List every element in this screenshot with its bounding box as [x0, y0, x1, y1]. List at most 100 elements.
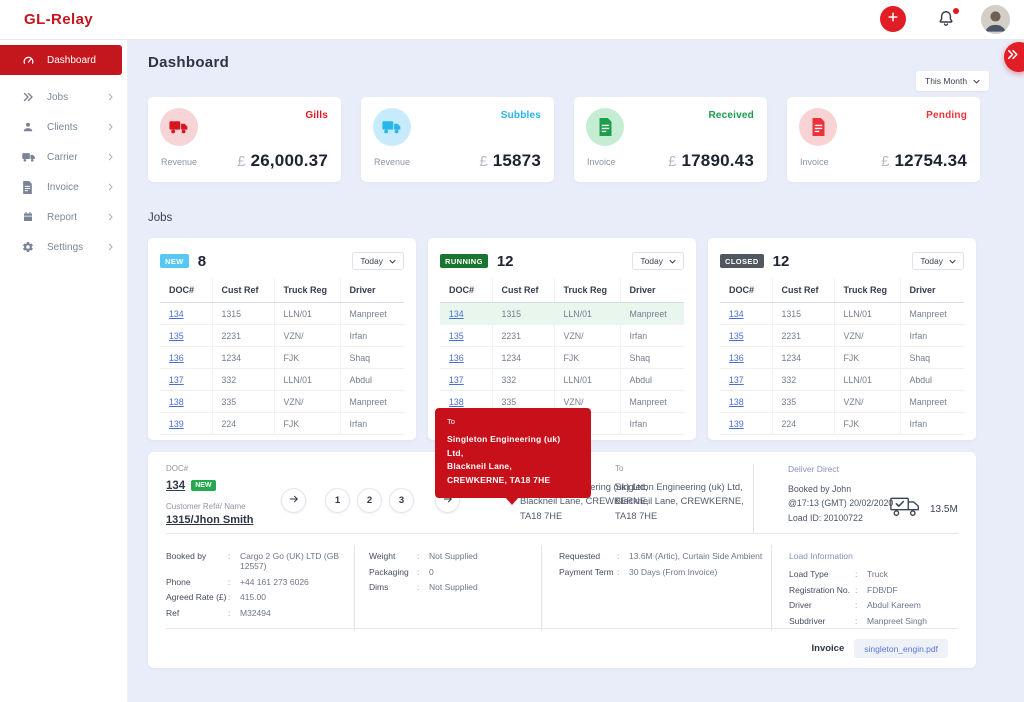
field-value: 30 Days (From Invoice): [629, 567, 771, 577]
doc-link[interactable]: 139: [169, 419, 184, 429]
currency-symbol: £: [881, 153, 889, 170]
add-button[interactable]: [880, 6, 906, 32]
board-filter-value: Today: [640, 256, 663, 266]
table-row: 1341315LLN/01Manpreet: [720, 303, 964, 325]
table-cell: Irfan: [620, 413, 684, 435]
table-cell: Manpreet: [900, 391, 964, 413]
table-row: 1361234FJKShaq: [160, 347, 404, 369]
chevron-down-icon: [949, 256, 956, 266]
sidebar: Dashboard Jobs Clients Carrier Invoice R…: [0, 40, 128, 702]
field-value: 415.00: [240, 592, 354, 602]
expand-panel-button[interactable]: [1004, 42, 1024, 72]
sidebar-item-invoice[interactable]: Invoice: [0, 172, 127, 202]
doc-link[interactable]: 135: [449, 331, 464, 341]
field-separator: :: [228, 592, 240, 602]
table-cell: LLN/01: [554, 369, 620, 391]
doc-link[interactable]: 134: [169, 309, 184, 319]
doc-cell: 136: [440, 347, 492, 369]
column-header: DOC#: [720, 278, 772, 303]
pagination-page-1[interactable]: 1: [325, 488, 350, 513]
table-cell: VZN/: [274, 325, 340, 347]
column-header: Cust Ref: [212, 278, 274, 303]
jobs-count: 12: [497, 253, 514, 270]
document-icon: [22, 180, 36, 194]
detail-field-row: Subdriver:Manpreet Singh: [789, 616, 958, 626]
sidebar-item-clients[interactable]: Clients: [0, 112, 127, 142]
board-filter-select[interactable]: Today: [352, 252, 404, 270]
doc-link[interactable]: 135: [169, 331, 184, 341]
invoice-file-chip[interactable]: singleton_engin.pdf: [854, 639, 948, 658]
table-row: 137332LLN/01Abdul: [720, 369, 964, 391]
currency-symbol: £: [237, 153, 245, 170]
notifications-button[interactable]: [936, 8, 960, 32]
doc-link[interactable]: 134: [729, 309, 744, 319]
table-cell: 2231: [772, 325, 834, 347]
job-pagination: 1 2 3: [281, 488, 460, 513]
pagination-page-2[interactable]: 2: [357, 488, 382, 513]
jobs-section-heading: Jobs: [148, 212, 172, 224]
doc-link[interactable]: 136: [729, 353, 744, 363]
board-filter-select[interactable]: Today: [912, 252, 964, 270]
field-separator: :: [228, 608, 240, 618]
avatar[interactable]: [981, 5, 1010, 34]
table-cell: 335: [212, 391, 274, 413]
table-cell: FJK: [274, 347, 340, 369]
doc-link[interactable]: 138: [449, 397, 464, 407]
doc-link[interactable]: 137: [449, 375, 464, 385]
sidebar-item-label: Dashboard: [47, 55, 96, 66]
doc-link[interactable]: 138: [729, 397, 744, 407]
table-cell: FJK: [554, 347, 620, 369]
doc-link[interactable]: 139: [729, 419, 744, 429]
cargo-details: Weight:Not SuppliedPackaging:0Dims:Not S…: [354, 545, 541, 631]
booking-details: Booked by:Cargo 2 Go (UK) LTD (GB 12557)…: [166, 545, 354, 631]
sidebar-item-dashboard[interactable]: Dashboard: [0, 45, 122, 75]
sidebar-item-jobs[interactable]: Jobs: [0, 82, 127, 112]
sidebar-item-settings[interactable]: Settings: [0, 232, 127, 262]
column-header: Cust Ref: [772, 278, 834, 303]
doc-cell: 134: [440, 303, 492, 325]
field-value: Not Supplied: [429, 582, 541, 592]
field-label: Subdriver: [789, 616, 855, 626]
table-row: 139224FJKIrfan: [160, 413, 404, 435]
stat-group-label: Received: [708, 110, 754, 121]
doc-link[interactable]: 137: [169, 375, 184, 385]
doc-link[interactable]: 136: [169, 353, 184, 363]
table-row: 1361234FJKShaq: [440, 347, 684, 369]
doc-link[interactable]: 134: [449, 309, 464, 319]
chevron-down-icon: [973, 76, 980, 86]
app-root: GL-Relay Dashboard Jobs: [0, 0, 1024, 702]
column-header: Cust Ref: [492, 278, 554, 303]
doc-number-label: DOC#: [166, 464, 253, 473]
customer-ref-link[interactable]: 1315/Jhon Smith: [166, 514, 253, 526]
tooltip-line: Singleton Engineering (uk) Ltd,: [447, 433, 579, 460]
chevron-right-icon: [108, 93, 113, 104]
stat-card-pending: Pending Invoice £12754.34: [787, 97, 980, 182]
jobs-table: DOC#Cust RefTruck RegDriver1341315LLN/01…: [160, 278, 404, 435]
chevron-down-icon: [669, 256, 676, 266]
board-filter-select[interactable]: Today: [632, 252, 684, 270]
column-header: Truck Reg: [834, 278, 900, 303]
stat-amount: 17890.43: [681, 151, 754, 171]
table-cell: 1234: [212, 347, 274, 369]
pagination-prev-button[interactable]: [281, 488, 306, 513]
stat-card-gills: Gills Revenue £26,000.37: [148, 97, 341, 182]
table-cell: Shaq: [620, 347, 684, 369]
deliver-load-id: Load ID: 20100722: [788, 511, 893, 525]
table-cell: Manpreet: [340, 303, 404, 325]
doc-link[interactable]: 138: [169, 397, 184, 407]
sidebar-item-carrier[interactable]: Carrier: [0, 142, 127, 172]
sidebar-item-report[interactable]: Report: [0, 202, 127, 232]
period-select[interactable]: This Month: [916, 71, 989, 91]
doc-link[interactable]: 136: [449, 353, 464, 363]
doc-link[interactable]: 137: [729, 375, 744, 385]
column-header: Driver: [900, 278, 964, 303]
doc-link[interactable]: 135: [729, 331, 744, 341]
doc-number-link[interactable]: 134: [166, 480, 185, 492]
pagination-page-3[interactable]: 3: [389, 488, 414, 513]
doc-cell: 134: [160, 303, 212, 325]
divider: [166, 628, 958, 629]
tooltip-label: To: [447, 417, 579, 426]
detail-field-row: Registration No.:FDB/DF: [789, 585, 958, 595]
field-value: 0: [429, 567, 541, 577]
deliver-direct-title: Deliver Direct: [788, 464, 893, 474]
